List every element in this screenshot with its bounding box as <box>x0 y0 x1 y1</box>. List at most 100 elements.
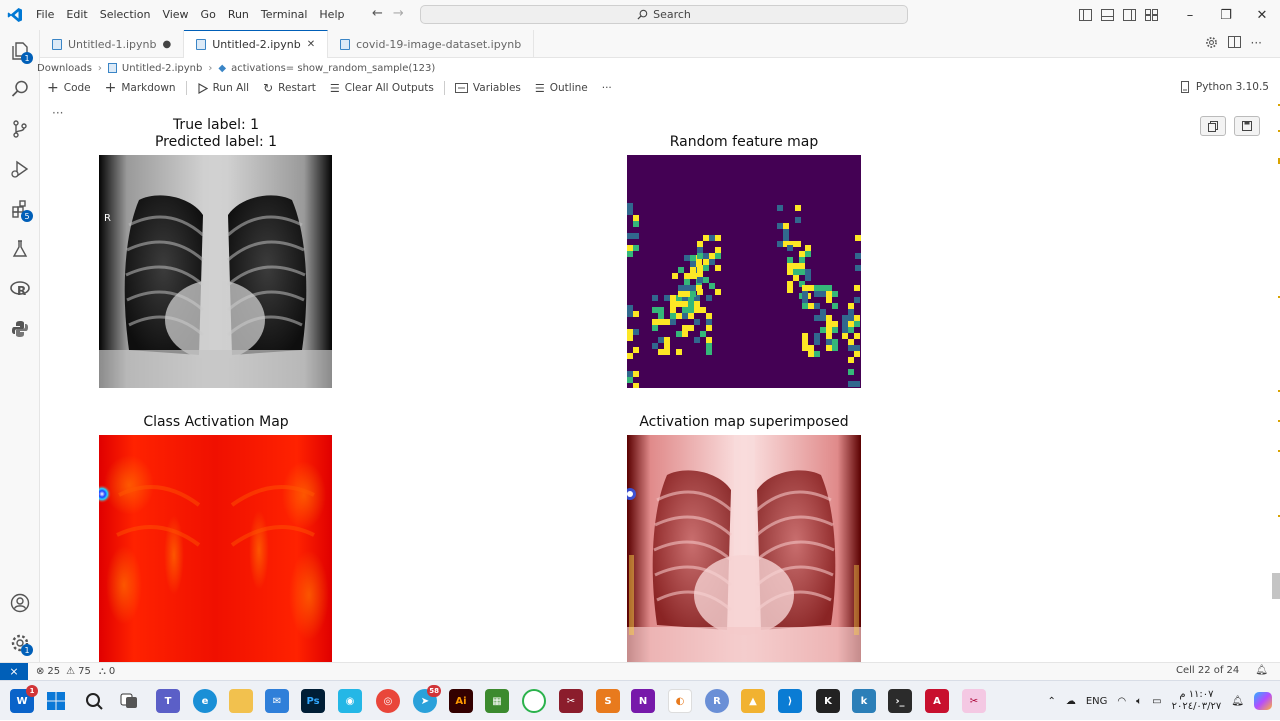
problems-indicator[interactable]: ⊗ 25 ⚠ 75 <box>36 666 91 677</box>
mail-badge: 1 <box>26 685 38 697</box>
snipping-tool-icon[interactable]: ✂ <box>962 689 986 713</box>
edge-browser-icon[interactable]: e <box>193 689 217 713</box>
restart-button[interactable]: ↻ Restart <box>256 81 323 95</box>
menu-view[interactable]: View <box>156 0 194 30</box>
save-output-button[interactable] <box>1234 116 1260 136</box>
language-indicator[interactable]: ENG <box>1086 696 1108 707</box>
volume-icon[interactable]: 🔈︎ <box>1136 696 1142 707</box>
menu-terminal[interactable]: Terminal <box>255 0 314 30</box>
back-arrow-icon[interactable]: ← <box>372 6 383 21</box>
chrome-browser-icon[interactable]: ◎ <box>376 689 400 713</box>
outline-button[interactable]: ☰ Outline <box>528 82 595 95</box>
wifi-icon[interactable]: ◠ <box>1117 696 1126 707</box>
terminal-app-icon[interactable]: ›_ <box>888 689 912 713</box>
clock[interactable]: ١١:٠٧ م ٢٠٢٤/٠٣/٢٧ <box>1172 689 1222 713</box>
notification-bell-icon[interactable]: 🔔︎ <box>1231 696 1244 707</box>
split-editor-icon[interactable] <box>1227 36 1241 48</box>
toggle-secondary-sidebar-icon[interactable] <box>1123 9 1136 21</box>
minimize-icon[interactable]: – <box>1172 8 1208 23</box>
menu-run[interactable]: Run <box>222 0 255 30</box>
taskbar-search-icon[interactable] <box>82 689 106 713</box>
feature-map-pixel <box>854 333 860 339</box>
r-extension-activity[interactable]: R <box>0 271 40 307</box>
cell-position[interactable]: Cell 22 of 24 <box>1176 665 1239 676</box>
kernel-picker[interactable]: Python 3.10.5 <box>1179 81 1269 93</box>
chat-app-icon[interactable]: ◉ <box>338 689 362 713</box>
extensions-activity[interactable]: 5 <box>0 191 40 227</box>
onenote-app-icon[interactable]: N <box>631 689 655 713</box>
show-hidden-icons[interactable]: ⌃ <box>1047 696 1055 707</box>
menu-go[interactable]: Go <box>195 0 222 30</box>
notifications-bell-icon[interactable]: 🔔︎ <box>1255 665 1268 676</box>
r-studio-app-icon[interactable]: R <box>705 689 729 713</box>
task-view-icon[interactable] <box>117 689 141 713</box>
testing-activity[interactable] <box>0 231 40 267</box>
breadcrumb-symbol[interactable]: activations= show_random_sample(123) <box>231 63 435 74</box>
feature-map-pixel <box>684 291 690 297</box>
more-actions-icon[interactable]: ··· <box>1251 36 1262 50</box>
sublime-app-icon[interactable]: S <box>596 689 620 713</box>
python-activity[interactable] <box>0 311 40 347</box>
xcode-tools-icon[interactable]: ✂ <box>559 689 583 713</box>
remote-indicator-icon[interactable]: ⨯ <box>0 662 28 681</box>
teams-app-icon[interactable]: T <box>156 689 180 713</box>
feature-map-pixel <box>627 245 633 251</box>
illustrator-app-icon[interactable]: Ai <box>449 689 473 713</box>
breadcrumb-file[interactable]: Untitled-2.ipynb <box>122 63 202 74</box>
customize-layout-icon[interactable] <box>1145 9 1158 21</box>
file-explorer-icon[interactable] <box>229 689 253 713</box>
ports-indicator[interactable]: ⛬ 0 <box>99 666 115 677</box>
forward-arrow-icon[interactable]: → <box>393 6 404 21</box>
add-markdown-button[interactable]: + Markdown <box>98 80 183 96</box>
run-debug-activity[interactable] <box>0 151 40 187</box>
close-window-icon[interactable]: ✕ <box>1244 8 1280 23</box>
search-activity[interactable] <box>0 71 40 107</box>
breadcrumb-folder[interactable]: Downloads <box>37 63 92 74</box>
menu-selection[interactable]: Selection <box>94 0 157 30</box>
onedrive-icon[interactable]: ☁ <box>1066 696 1076 707</box>
maximize-icon[interactable]: ❐ <box>1208 8 1244 23</box>
menu-help[interactable]: Help <box>313 0 350 30</box>
winrar-app-icon[interactable]: ▦ <box>485 689 509 713</box>
start-button-icon[interactable] <box>44 689 68 713</box>
tab-untitled-1[interactable]: Untitled-1.ipynb ● <box>40 30 185 58</box>
copy-output-button[interactable] <box>1200 116 1226 136</box>
toggle-panel-icon[interactable] <box>1101 9 1114 21</box>
feature-map-pixel <box>832 321 838 327</box>
menu-file[interactable]: File <box>30 0 60 30</box>
tab-covid-dataset[interactable]: covid-19-image-dataset.ipynb <box>328 30 535 58</box>
add-code-button[interactable]: + Code <box>40 80 98 96</box>
source-control-activity[interactable] <box>0 111 40 147</box>
variables-button[interactable]: Variables <box>448 82 528 94</box>
jupyter-app-icon[interactable]: ◐ <box>668 689 692 713</box>
notebook-settings-gear-icon[interactable] <box>1205 36 1218 49</box>
anaconda-app-icon[interactable]: K <box>816 689 840 713</box>
acrobat-app-icon[interactable]: A <box>925 689 949 713</box>
command-search-box[interactable]: Search <box>420 5 908 24</box>
clear-outputs-button[interactable]: ☰ Clear All Outputs <box>323 82 441 95</box>
vertical-scrollbar-thumb[interactable] <box>1272 573 1280 599</box>
feature-map-pixel <box>633 347 639 353</box>
close-tab-icon[interactable]: ✕ <box>307 39 315 50</box>
mail-envelope-icon[interactable]: ✉ <box>265 689 289 713</box>
run-all-button[interactable]: Run All <box>190 82 257 94</box>
tab-untitled-2[interactable]: Untitled-2.ipynb ✕ <box>184 30 329 58</box>
explorer-activity[interactable]: 1 <box>0 33 40 69</box>
mail-app-icon[interactable]: W1 <box>10 685 38 713</box>
menu-edit[interactable]: Edit <box>60 0 93 30</box>
accounts-activity[interactable] <box>0 585 40 621</box>
kaggle-app-icon[interactable]: k <box>852 689 876 713</box>
photoshop-app-icon[interactable]: Ps <box>301 689 325 713</box>
vscode-taskbar-icon[interactable]: ⟩ <box>778 689 802 713</box>
battery-icon[interactable]: ▭ <box>1152 696 1161 707</box>
telegram-app-icon[interactable]: ➤ 58 <box>413 685 441 713</box>
title-bar: File Edit Selection View Go Run Terminal… <box>0 0 1280 30</box>
unsaved-dot-icon[interactable]: ● <box>162 39 171 50</box>
toggle-sidebar-icon[interactable] <box>1079 9 1092 21</box>
drive-app-icon[interactable]: ▲ <box>741 689 765 713</box>
settings-activity[interactable]: 1 <box>0 625 40 661</box>
copilot-icon[interactable] <box>1254 692 1272 710</box>
output-more-icon[interactable]: ··· <box>52 106 63 120</box>
cleaner-app-icon[interactable] <box>522 689 546 713</box>
toolbar-more-button[interactable]: ··· <box>595 82 619 94</box>
